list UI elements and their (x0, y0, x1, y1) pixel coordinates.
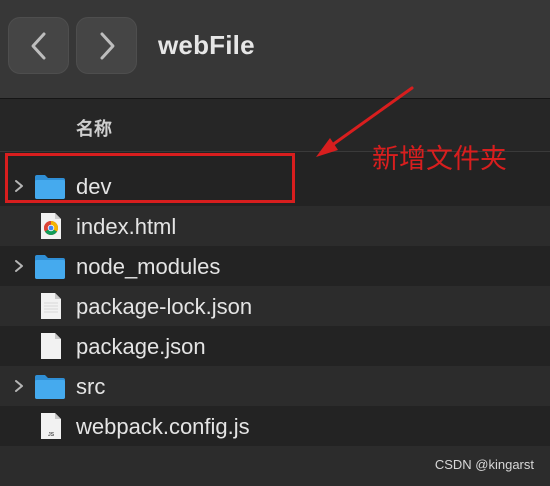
disclosure-triangle-icon[interactable] (12, 378, 26, 394)
list-item-node-modules[interactable]: node_modules (0, 246, 550, 286)
list-item-src[interactable]: src (0, 366, 550, 406)
item-label: node_modules (76, 254, 221, 279)
annotation-label: 新增文件夹 (372, 144, 507, 174)
list-item-package-json[interactable]: package.json (0, 326, 550, 366)
item-label: index.html (76, 214, 177, 239)
document-icon (41, 293, 61, 319)
item-label: webpack.config.js (76, 414, 250, 439)
list-item-package-lock-json[interactable]: package-lock.json (0, 286, 550, 326)
list-item-index-html[interactable]: index.html (0, 206, 550, 246)
js-document-icon: JS (41, 413, 61, 439)
list-item-webpack-config-js[interactable]: JS webpack.config.js (0, 406, 550, 446)
chevron-left-icon (31, 32, 45, 59)
file-list: dev index.html node_modules package-lock… (0, 166, 550, 486)
highlight-box (5, 153, 295, 203)
folder-icon (35, 375, 65, 399)
item-label: package.json (76, 334, 206, 359)
chevron-right-icon (100, 32, 114, 59)
toolbar: webFile (0, 0, 550, 99)
document-icon (41, 333, 61, 359)
item-label: package-lock.json (76, 294, 253, 319)
disclosure-triangle-icon[interactable] (12, 258, 26, 274)
finder-window: webFile 名称 dev index.html node_modules p… (0, 0, 550, 486)
watermark: CSDN @kingarst (434, 457, 534, 472)
back-button[interactable] (8, 17, 69, 74)
svg-text:JS: JS (48, 432, 55, 438)
forward-button[interactable] (76, 17, 137, 74)
folder-icon (35, 255, 65, 279)
chrome-document-icon (41, 213, 61, 239)
item-label: src (76, 374, 106, 399)
window-title: webFile (158, 30, 255, 60)
column-header-name[interactable]: 名称 (76, 115, 112, 141)
